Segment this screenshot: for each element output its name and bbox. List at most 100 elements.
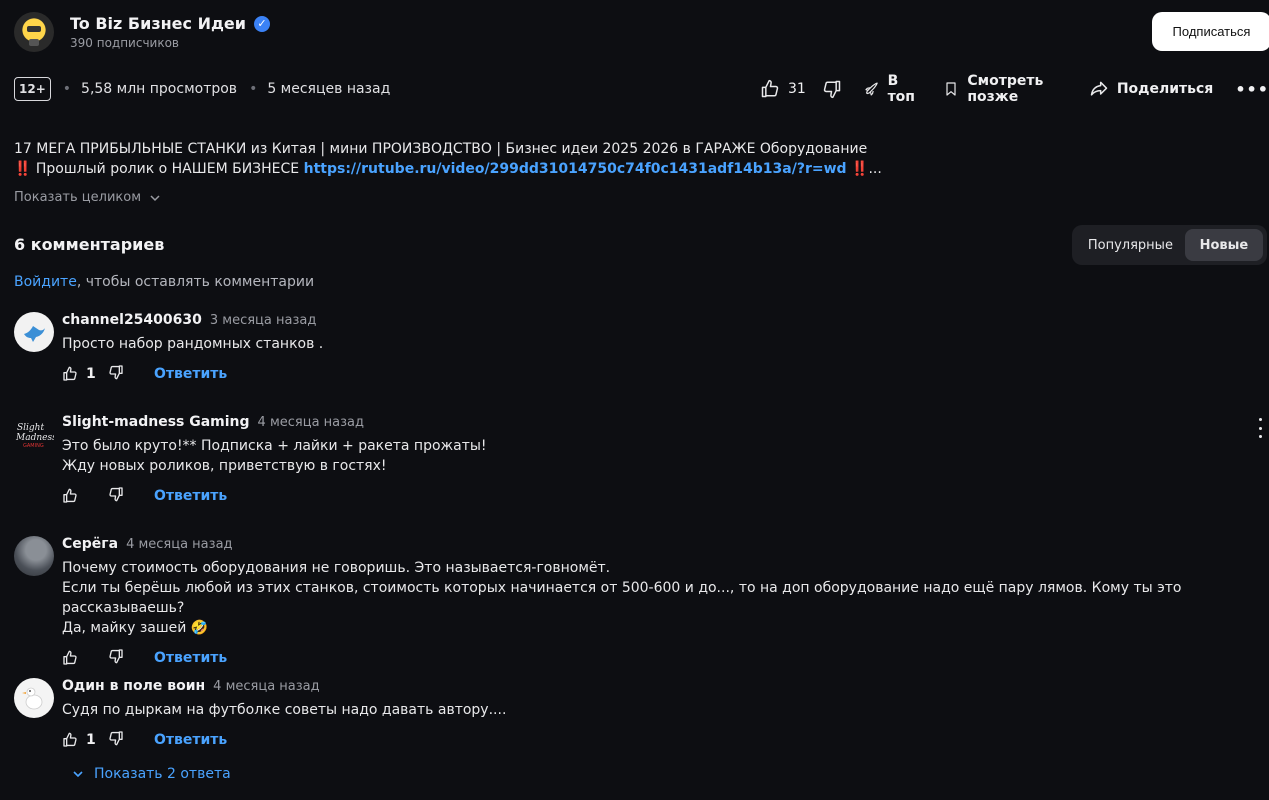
share-button[interactable]: Поделиться — [1089, 79, 1213, 99]
comment-more-vertical-icon[interactable] — [1254, 418, 1266, 438]
subscribe-button[interactable]: Подписаться — [1152, 12, 1269, 51]
more-options-button[interactable]: ••• — [1235, 80, 1269, 99]
like-button[interactable]: 31 — [760, 79, 806, 99]
comment-header: Один в поле воин 4 месяца назад — [62, 678, 1242, 694]
channel-info: To Biz Бизнес Идеи ✓ 390 подписчиков — [70, 14, 270, 50]
goose-icon — [22, 687, 43, 710]
video-actions: 31 В топ Смотреть позже Поделиться ••• — [760, 73, 1269, 105]
comment-dislike-button[interactable] — [108, 648, 154, 668]
page: To Biz Бизнес Идеи ✓ 390 подписчиков Под… — [0, 0, 1269, 800]
reply-button[interactable]: Ответить — [154, 650, 227, 666]
channel-name-row: To Biz Бизнес Идеи ✓ — [70, 14, 270, 33]
verified-icon: ✓ — [253, 15, 270, 32]
comment-avatar[interactable] — [14, 536, 54, 576]
channel-avatar[interactable] — [14, 12, 54, 52]
comment-text: Почему стоимость оборудования не говориш… — [62, 558, 1242, 638]
channel-header: To Biz Бизнес Идеи ✓ 390 подписчиков — [14, 12, 270, 52]
comment-author[interactable]: Slight-madness Gaming — [62, 414, 250, 430]
reply-button[interactable]: Ответить — [154, 488, 227, 504]
comment-author[interactable]: channel25400630 — [62, 312, 202, 328]
comment-avatar[interactable] — [14, 678, 54, 718]
comment-line: Это было круто!** Подписка + лайки + рак… — [62, 438, 487, 454]
description-link[interactable]: https://rutube.ru/video/299dd31014750c74… — [304, 161, 847, 177]
comment-sort-toggle: Популярные Новые — [1072, 225, 1267, 265]
comment-header: channel25400630 3 месяца назад — [62, 312, 1242, 328]
chevron-down-icon — [150, 194, 160, 201]
comment-header: Серёга 4 месяца назад — [62, 536, 1242, 552]
reply-button[interactable]: Ответить — [154, 732, 227, 748]
comment-line: Судя по дыркам на футболке советы надо д… — [62, 702, 507, 718]
more-horizontal-icon: ••• — [1235, 79, 1269, 99]
comment-line: Да, майку зашей 🤣 — [62, 620, 209, 636]
separator-dot: • — [249, 81, 258, 97]
comment-line: Если ты берёшь любой из этих станков, ст… — [62, 580, 1182, 616]
comment-like-button[interactable] — [62, 488, 108, 504]
thumbs-down-icon — [109, 731, 123, 746]
description-text: Прошлый ролик о НАШЕМ БИЗНЕСЕ — [31, 161, 304, 177]
comment-dislike-button[interactable] — [108, 730, 154, 750]
comment-like-button[interactable]: 1 — [62, 366, 108, 382]
thumbs-down-icon — [109, 365, 123, 380]
dislike-button[interactable] — [822, 79, 842, 99]
comment-text: Это было круто!** Подписка + лайки + рак… — [62, 436, 1242, 476]
comment-line: Почему стоимость оборудования не говориш… — [62, 560, 611, 576]
comment-time: 4 месяца назад — [126, 537, 233, 552]
show-full-description[interactable]: Показать целиком — [14, 190, 161, 205]
svg-text:GAMING: GAMING — [23, 443, 44, 449]
comment-actions: Ответить — [62, 486, 1242, 506]
comment-avatar[interactable] — [14, 312, 54, 352]
comment-time: 3 месяца назад — [209, 313, 317, 328]
thumbs-up-icon — [63, 366, 77, 381]
to-top-button[interactable]: В топ — [864, 73, 922, 105]
description-line-1: 17 МЕГА ПРИБЫЛЬНЫЕ СТАНКИ из Китая | мин… — [14, 141, 868, 157]
comment-actions: 1 Ответить — [62, 364, 1242, 384]
age-rating-badge: 12+ — [14, 77, 51, 101]
login-hint-text: , чтобы оставлять комментарии — [76, 274, 315, 290]
description-line-2: ‼️ Прошлый ролик о НАШЕМ БИЗНЕСЕ https:/… — [14, 159, 1254, 179]
comment-time: 4 месяца назад — [213, 679, 320, 694]
video-meta: 12+ • 5,58 млн просмотров • 5 месяцев на… — [14, 77, 390, 101]
show-replies-label: Показать 2 ответа — [94, 766, 231, 782]
show-replies-button[interactable]: Показать 2 ответа — [72, 766, 231, 782]
separator-dot: • — [62, 81, 72, 97]
thumbs-up-icon — [63, 650, 77, 665]
avatar-face — [27, 26, 41, 32]
avatar-bulb-base — [29, 39, 39, 46]
video-description: 17 МЕГА ПРИБЫЛЬНЫЕ СТАНКИ из Китая | мин… — [14, 139, 1254, 179]
comment-line: Просто набор рандомных станков . — [62, 336, 324, 352]
bookmark-icon — [946, 82, 956, 96]
description-ellipsis: ... — [868, 161, 882, 177]
bird-icon — [24, 326, 45, 342]
comment-line: Жду новых роликов, приветствую в гостях! — [62, 458, 387, 474]
comment-avatar[interactable]: Slight Madness GAMING — [14, 414, 54, 454]
comment-text: Судя по дыркам на футболке советы надо д… — [62, 700, 1242, 720]
comment-body: Slight-madness Gaming 4 месяца назад Это… — [62, 414, 1242, 506]
login-link[interactable]: Войдите — [14, 274, 77, 290]
comment-body: Один в поле воин 4 месяца назад Судя по … — [62, 678, 1242, 750]
like-count: 31 — [788, 81, 806, 97]
reply-button[interactable]: Ответить — [154, 366, 227, 382]
watch-later-label: Смотреть позже — [967, 73, 1044, 105]
thumbs-up-icon — [761, 79, 779, 98]
svg-text:Madness: Madness — [15, 433, 54, 443]
comment-author[interactable]: Серёга — [62, 536, 118, 552]
chevron-down-icon — [73, 771, 83, 778]
thumbs-up-icon — [63, 732, 77, 747]
share-icon — [1090, 81, 1108, 96]
view-count: 5,58 млн просмотров — [81, 81, 238, 97]
comment-dislike-button[interactable] — [108, 486, 154, 506]
comment-dislike-button[interactable] — [108, 364, 154, 384]
channel-name[interactable]: To Biz Бизнес Идеи — [70, 14, 246, 33]
comment-author[interactable]: Один в поле воин — [62, 678, 205, 694]
slight-madness-logo-icon: Slight Madness GAMING — [15, 423, 54, 449]
comment-like-count: 1 — [86, 732, 96, 748]
sort-popular-button[interactable]: Популярные — [1076, 229, 1185, 261]
share-label: Поделиться — [1116, 81, 1214, 97]
thumbs-down-icon — [109, 649, 123, 664]
sort-new-button[interactable]: Новые — [1184, 229, 1263, 261]
comment-like-button[interactable]: 1 — [62, 732, 108, 748]
thumbs-down-icon — [109, 487, 123, 502]
watch-later-button[interactable]: Смотреть позже — [943, 73, 1072, 105]
comment-text: Просто набор рандомных станков . — [62, 334, 1242, 354]
comment-like-button[interactable] — [62, 650, 108, 666]
